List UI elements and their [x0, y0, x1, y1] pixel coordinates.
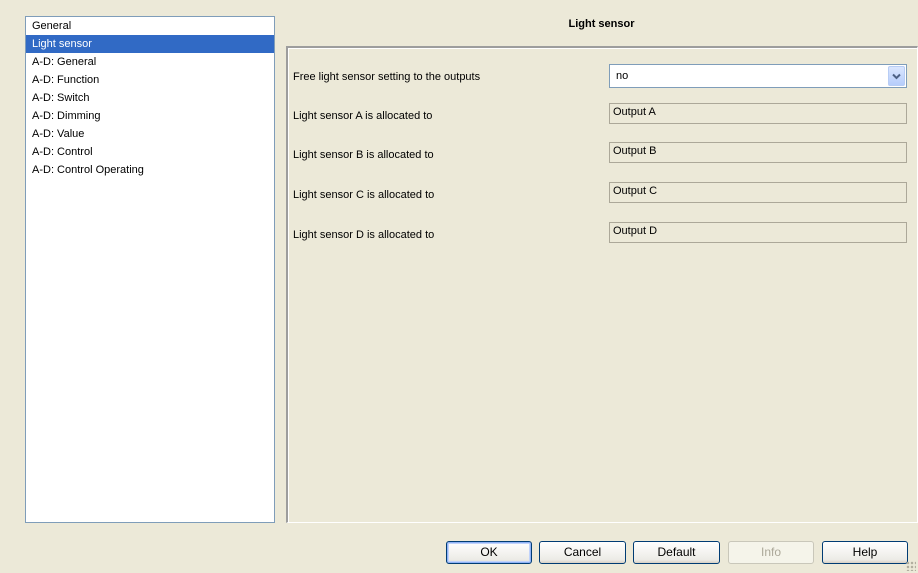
page-title: Light sensor — [568, 18, 635, 30]
sidebar-item-ad-general[interactable]: A-D: General — [26, 53, 274, 71]
cancel-button[interactable]: Cancel — [539, 541, 626, 564]
sidebar-item-ad-control[interactable]: A-D: Control — [26, 143, 274, 161]
help-button[interactable]: Help — [822, 541, 908, 564]
sidebar-item-light-sensor[interactable]: Light sensor — [26, 35, 274, 53]
free-setting-value: no — [616, 70, 629, 82]
light-sensor-d-label: Light sensor D is allocated to — [293, 229, 435, 241]
info-button: Info — [728, 541, 814, 564]
sidebar-item-ad-value[interactable]: A-D: Value — [26, 125, 274, 143]
ok-button[interactable]: OK — [446, 541, 532, 564]
sidebar-item-ad-switch[interactable]: A-D: Switch — [26, 89, 274, 107]
light-sensor-c-label: Light sensor C is allocated to — [293, 189, 435, 201]
chevron-down-icon[interactable] — [888, 66, 905, 86]
light-sensor-d-output: Output D — [609, 222, 907, 243]
light-sensor-a-output: Output A — [609, 103, 907, 124]
default-button[interactable]: Default — [633, 541, 720, 564]
sidebar-item-ad-dimming[interactable]: A-D: Dimming — [26, 107, 274, 125]
light-sensor-c-output: Output C — [609, 182, 907, 203]
free-setting-label: Free light sensor setting to the outputs — [293, 71, 481, 83]
light-sensor-a-label: Light sensor A is allocated to — [293, 110, 433, 122]
sidebar-tree[interactable]: General Light sensor A-D: General A-D: F… — [25, 16, 275, 523]
light-sensor-b-label: Light sensor B is allocated to — [293, 149, 434, 161]
light-sensor-b-output: Output B — [609, 142, 907, 163]
sidebar-item-ad-function[interactable]: A-D: Function — [26, 71, 274, 89]
sidebar-item-general[interactable]: General — [26, 17, 274, 35]
resize-grip-icon[interactable] — [906, 561, 916, 571]
free-setting-dropdown[interactable]: no — [609, 64, 907, 88]
sidebar-item-ad-control-operating[interactable]: A-D: Control Operating — [26, 161, 274, 179]
